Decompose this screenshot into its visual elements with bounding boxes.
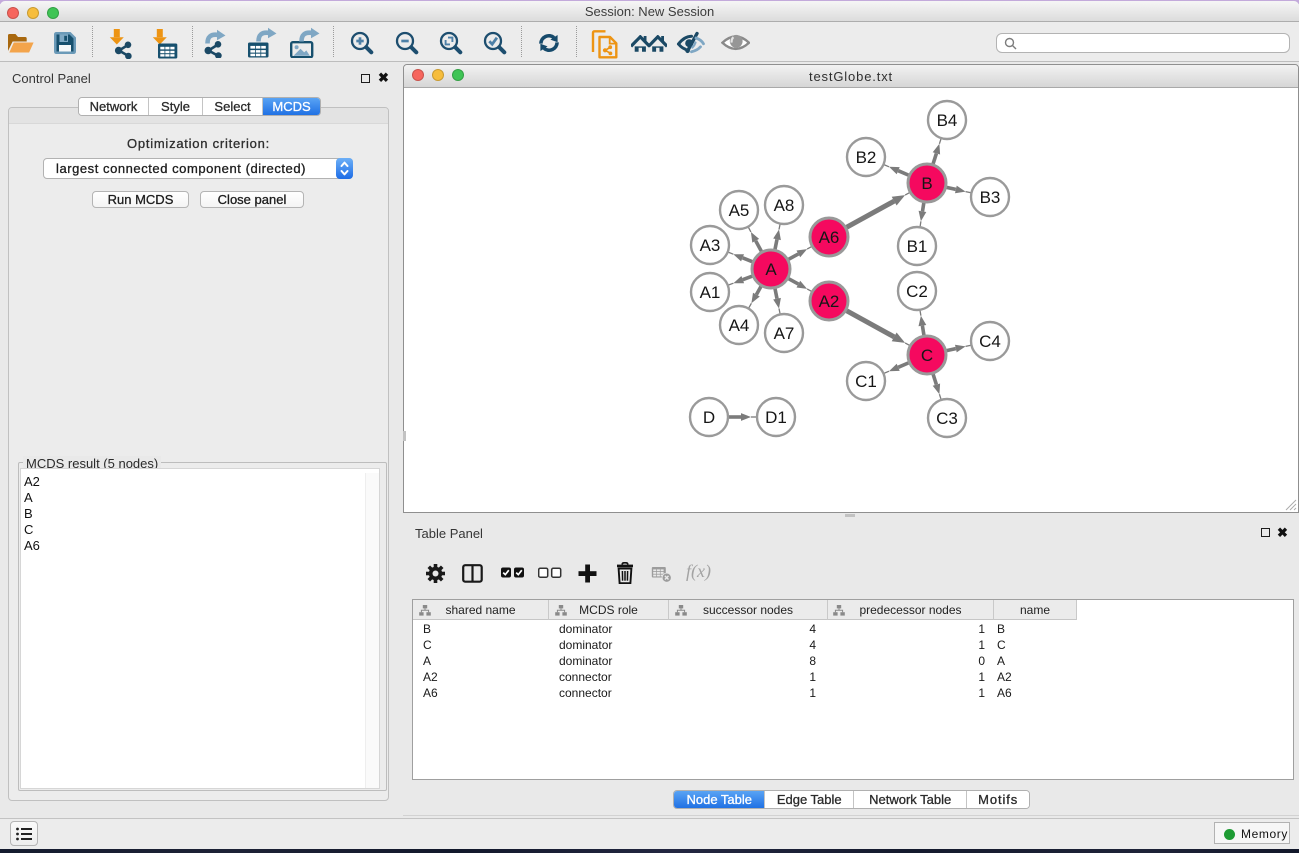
svg-text:A5: A5: [729, 201, 750, 220]
svg-text:A1: A1: [700, 283, 721, 302]
svg-text:C4: C4: [979, 332, 1001, 351]
svg-text:A8: A8: [774, 196, 795, 215]
svg-text:B: B: [921, 174, 932, 193]
svg-text:C: C: [921, 346, 933, 365]
svg-text:B2: B2: [856, 148, 877, 167]
svg-text:A7: A7: [774, 324, 795, 343]
svg-text:C3: C3: [936, 409, 958, 428]
svg-text:B4: B4: [937, 111, 958, 130]
svg-text:C1: C1: [855, 372, 877, 391]
svg-text:D1: D1: [765, 408, 787, 427]
svg-text:B1: B1: [907, 237, 928, 256]
svg-text:A: A: [765, 260, 777, 279]
svg-text:C2: C2: [906, 282, 928, 301]
svg-text:B3: B3: [980, 188, 1001, 207]
svg-text:A6: A6: [819, 228, 840, 247]
svg-text:A3: A3: [700, 236, 721, 255]
svg-text:A2: A2: [819, 292, 840, 311]
svg-text:A4: A4: [729, 316, 750, 335]
svg-text:D: D: [703, 408, 715, 427]
